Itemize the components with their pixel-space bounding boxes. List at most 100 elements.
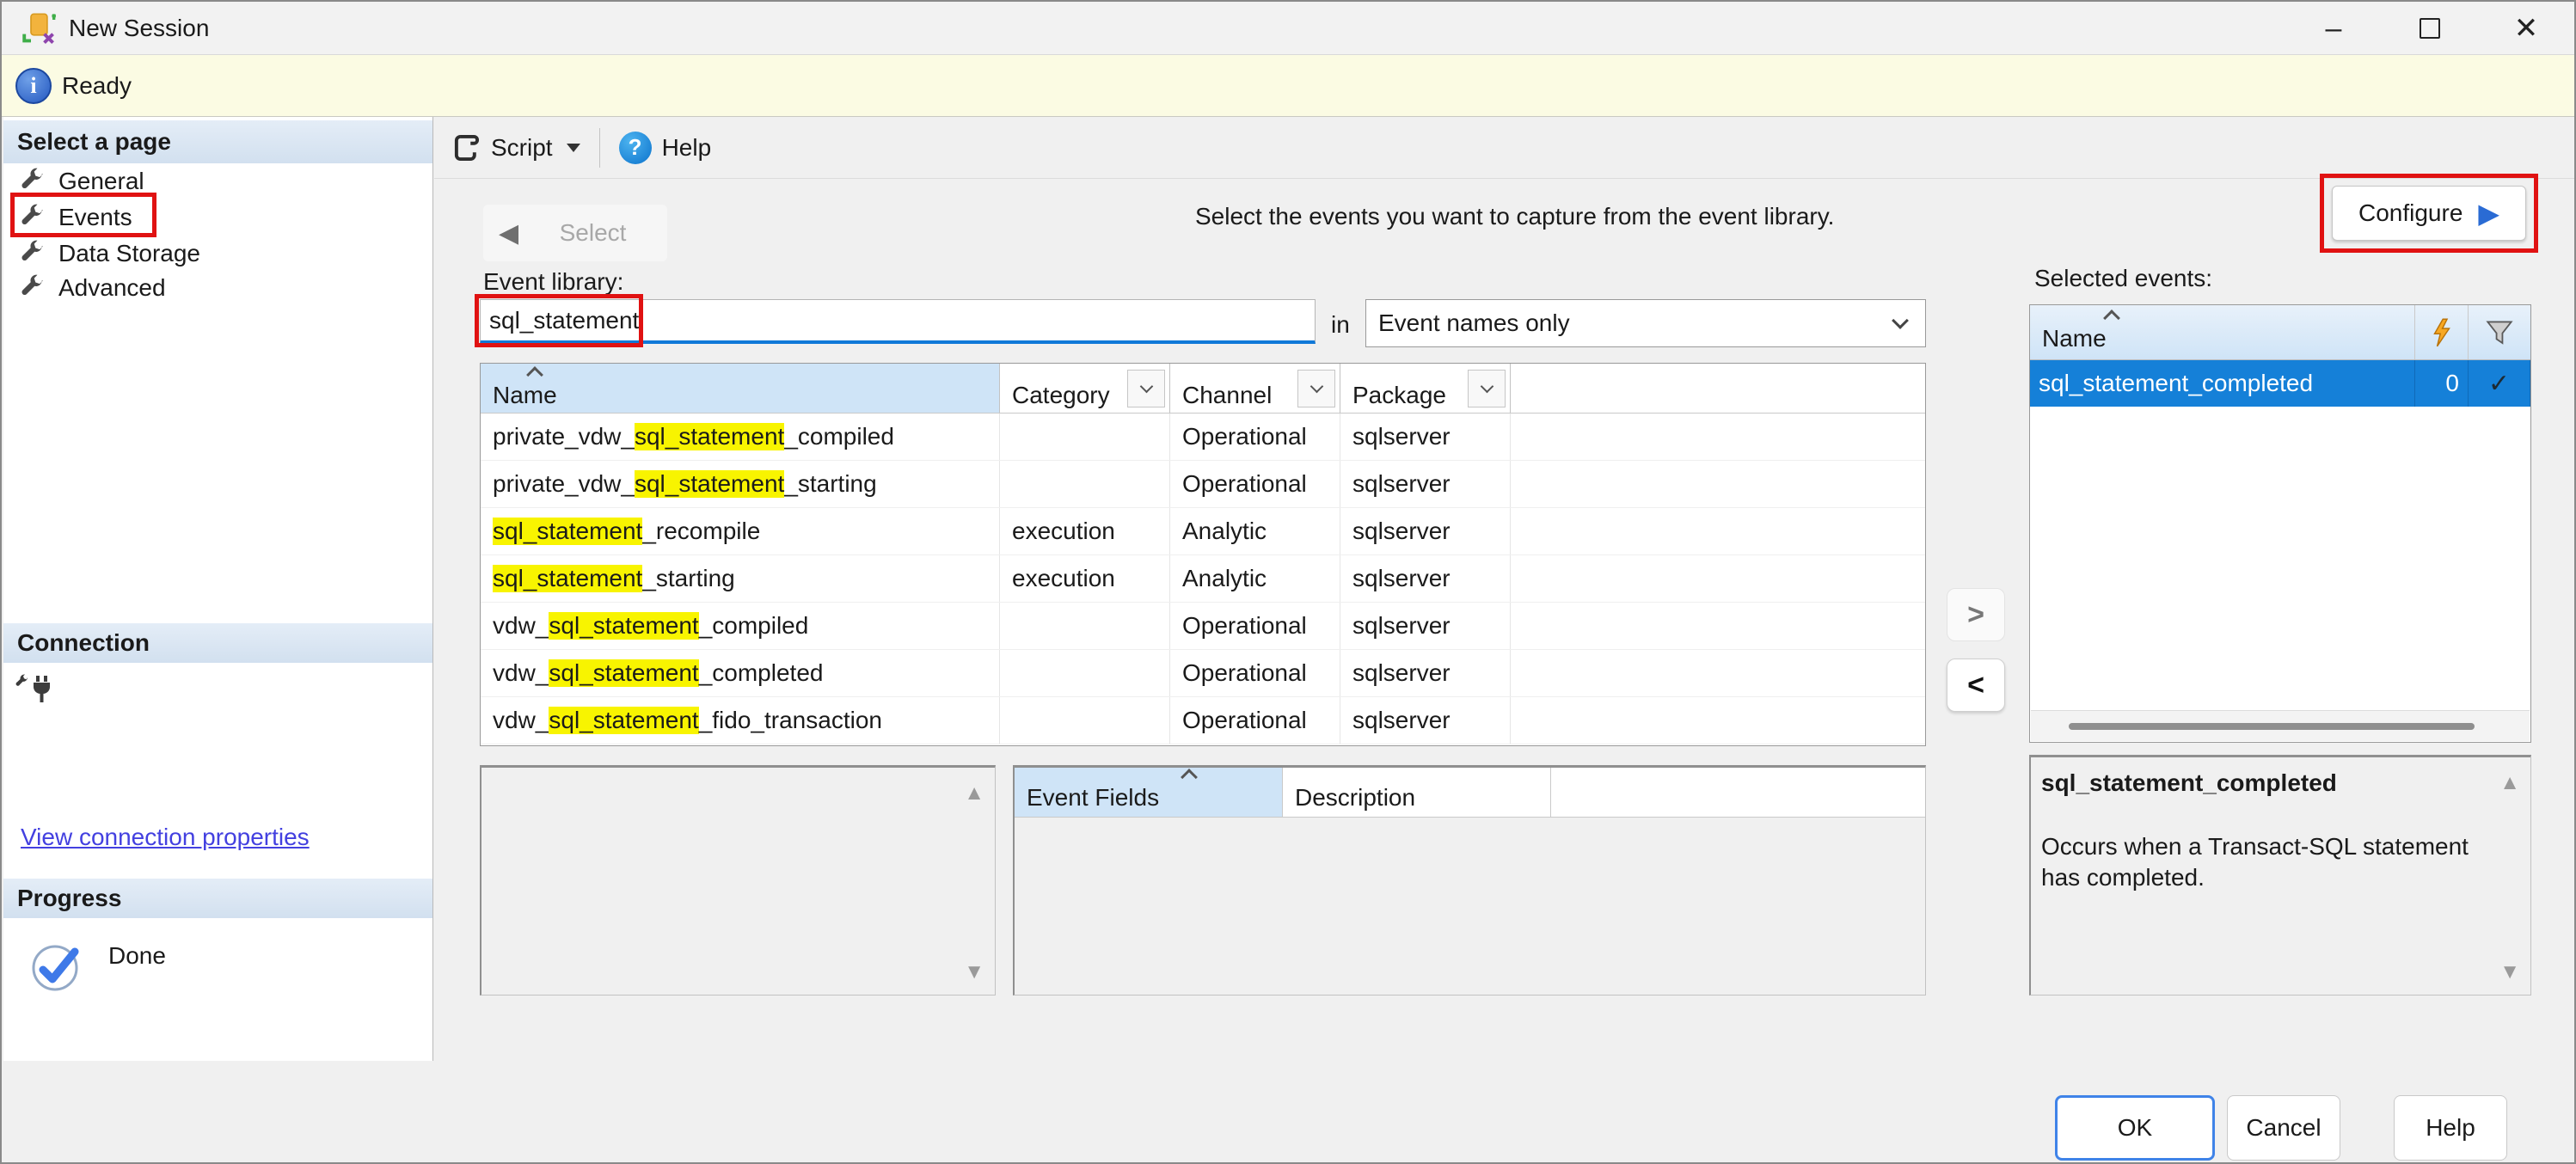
remove-event-button[interactable]: <: [1947, 659, 2005, 712]
package-column-label: Package: [1352, 382, 1446, 409]
event-channel: Analytic: [1170, 508, 1340, 554]
ok-button[interactable]: OK: [2055, 1095, 2215, 1161]
selected-event-row[interactable]: sql_statement_completed 0 ✓: [2030, 360, 2530, 407]
column-header-category[interactable]: Category: [1000, 364, 1170, 413]
scroll-up-icon[interactable]: ▲: [2499, 773, 2520, 793]
event-name-match: sql_statement: [549, 659, 698, 687]
cancel-label: Cancel: [2246, 1114, 2321, 1142]
scroll-down-icon[interactable]: ▼: [964, 962, 984, 983]
column-header-actions[interactable]: [2415, 305, 2469, 359]
column-header-event-fields[interactable]: Event Fields: [1015, 768, 1283, 817]
event-name-suffix: _starting: [642, 565, 734, 592]
column-header-filler: [1511, 364, 1925, 413]
channel-filter-button[interactable]: [1297, 370, 1335, 407]
selected-events-table: Name sql_statement_completed 0 ✓: [2029, 304, 2531, 743]
chevron-left-icon: <: [1967, 669, 1984, 702]
table-row[interactable]: vdw_sql_statement_completed Operational …: [481, 650, 1925, 697]
column-header-package[interactable]: Package: [1340, 364, 1511, 413]
category-filter-button[interactable]: [1127, 370, 1165, 407]
table-row[interactable]: private_vdw_sql_statement_starting Opera…: [481, 461, 1925, 508]
help-icon: ?: [619, 132, 652, 164]
scroll-up-icon[interactable]: ▲: [964, 783, 984, 804]
table-row[interactable]: sql_statement_recompile execution Analyt…: [481, 508, 1925, 555]
maximize-button[interactable]: [2382, 2, 2478, 55]
column-header-filler: [1551, 768, 1925, 817]
selected-name-column-label: Name: [2042, 325, 2107, 352]
event-name-match: sql_statement: [549, 612, 698, 640]
help-button[interactable]: Help: [2394, 1095, 2507, 1161]
progress-status-text: Done: [108, 942, 166, 970]
table-row[interactable]: vdw_sql_statement_fido_transaction Opera…: [481, 697, 1925, 744]
event-category: [1000, 650, 1170, 696]
forward-arrow-icon: ▶: [2478, 197, 2499, 230]
cancel-button[interactable]: Cancel: [2227, 1095, 2340, 1161]
done-check-icon: [29, 939, 84, 994]
name-column-label: Name: [493, 382, 557, 409]
event-filler: [1511, 697, 1925, 744]
event-category: execution: [1000, 555, 1170, 602]
column-header-selected-name[interactable]: Name: [2030, 305, 2415, 359]
search-scope-combobox[interactable]: Event names only: [1365, 299, 1926, 347]
event-category: [1000, 461, 1170, 507]
status-bar: i Ready: [2, 55, 2574, 117]
event-package: sqlserver: [1340, 508, 1511, 554]
select-back-label: Select: [518, 219, 667, 247]
lightning-icon: [2431, 318, 2453, 347]
sort-ascending-icon: [1181, 769, 1198, 786]
chevron-down-icon: [1309, 380, 1323, 394]
package-filter-button[interactable]: [1468, 370, 1506, 407]
script-button[interactable]: Script: [445, 124, 587, 172]
scope-value: Event names only: [1366, 309, 1894, 337]
ok-label: OK: [2118, 1114, 2152, 1142]
configure-label: Configure: [2358, 199, 2463, 227]
sidebar-item-events[interactable]: Events: [3, 199, 132, 236]
chevron-down-icon: [1139, 380, 1153, 394]
sidebar-item-data-storage[interactable]: Data Storage: [3, 236, 200, 272]
event-name-suffix: _fido_transaction: [699, 707, 882, 734]
progress-header: Progress: [3, 879, 432, 918]
close-button[interactable]: ✕: [2478, 2, 2574, 55]
maximize-icon: [2420, 18, 2440, 39]
help-toolbar-button[interactable]: ? Help: [612, 124, 719, 172]
event-channel: Operational: [1170, 650, 1340, 696]
select-a-page-label: Select a page: [17, 128, 171, 156]
column-header-description[interactable]: Description: [1283, 768, 1551, 817]
event-filler: [1511, 414, 1925, 460]
toolbar-separator: [599, 128, 600, 168]
table-row[interactable]: vdw_sql_statement_compiled Operational s…: [481, 603, 1925, 650]
event-name-prefix: private_vdw_: [493, 423, 635, 450]
wrench-icon: [17, 168, 45, 195]
event-category: [1000, 603, 1170, 649]
horizontal-scrollbar[interactable]: [2031, 710, 2530, 741]
selected-event-description-panel: sql_statement_completed Occurs when a Tr…: [2029, 755, 2531, 996]
column-header-filter[interactable]: [2469, 305, 2530, 359]
event-name-match: sql_statement: [493, 565, 642, 592]
minimize-button[interactable]: –: [2285, 2, 2382, 55]
sidebar-item-advanced[interactable]: Advanced: [3, 270, 166, 306]
sidebar-item-general[interactable]: General: [3, 163, 144, 199]
connection-plug-icon: [15, 674, 53, 705]
scroll-down-icon[interactable]: ▼: [2499, 962, 2520, 983]
event-name-suffix: _compiled: [784, 423, 894, 450]
description-title: sql_statement_completed: [2041, 769, 2482, 797]
event-filler: [1511, 650, 1925, 696]
table-row[interactable]: private_vdw_sql_statement_compiled Opera…: [481, 414, 1925, 461]
add-event-button[interactable]: >: [1947, 588, 2005, 641]
event-library-search-input[interactable]: sql_statement: [480, 299, 1316, 344]
progress-label: Progress: [17, 885, 121, 912]
view-connection-properties-link[interactable]: View connection properties: [21, 824, 310, 851]
check-icon: ✓: [2469, 360, 2530, 407]
chevron-down-icon: [1892, 312, 1909, 329]
wrench-icon: [17, 204, 45, 231]
select-back-button[interactable]: ◀ Select: [483, 205, 667, 261]
table-row[interactable]: sql_statement_starting execution Analyti…: [481, 555, 1925, 603]
configure-button[interactable]: Configure ▶: [2332, 186, 2526, 241]
script-dropdown-caret-icon[interactable]: [567, 144, 580, 152]
column-header-name[interactable]: Name: [481, 364, 1000, 413]
chevron-down-icon: [1480, 380, 1493, 394]
scrollbar-thumb[interactable]: [2069, 723, 2475, 730]
column-header-channel[interactable]: Channel: [1170, 364, 1340, 413]
event-name-suffix: _recompile: [642, 518, 760, 545]
new-session-dialog: New Session – ✕ i Ready Select a page Ge…: [0, 0, 2576, 1164]
search-value: sql_statement: [481, 307, 639, 334]
